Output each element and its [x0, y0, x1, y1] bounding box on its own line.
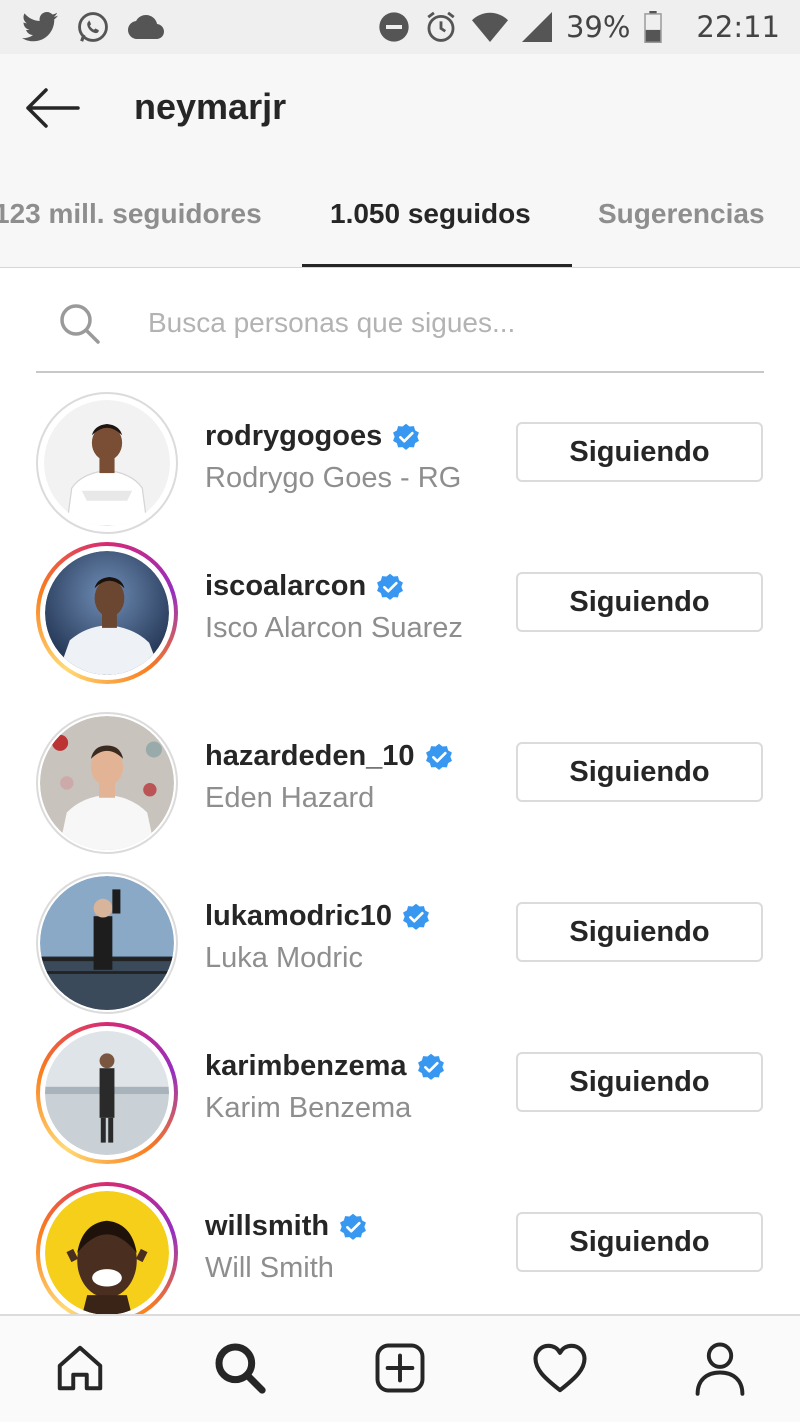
arrow-left-icon[interactable] [24, 86, 80, 130]
tab-bar: 123 mill. seguidores 1.050 seguidos Suge… [0, 166, 800, 268]
verified-badge-icon [425, 743, 452, 770]
username-text: hazardeden_10 [205, 740, 415, 772]
username-text: willsmith [205, 1210, 330, 1242]
full-name: Rodrygo Goes - RG [205, 462, 462, 494]
verified-badge-icon [393, 423, 420, 450]
dnd-icon [379, 12, 409, 42]
verified-badge-icon [377, 573, 404, 600]
search-input[interactable] [148, 300, 748, 346]
avatar[interactable] [36, 1182, 178, 1324]
avatar-photo [45, 1191, 169, 1315]
verified-badge-icon [417, 1053, 444, 1080]
full-name: Luka Modric [205, 942, 363, 974]
header: neymarjr [0, 54, 800, 166]
nav-new-post[interactable] [370, 1338, 430, 1398]
full-name: Eden Hazard [205, 782, 375, 814]
avatar[interactable] [36, 392, 178, 534]
cloud-icon [128, 15, 164, 39]
battery-icon [644, 11, 663, 43]
nav-search[interactable] [210, 1338, 270, 1398]
avatar-photo [44, 400, 170, 526]
profile-icon [695, 1342, 745, 1396]
tab-followers[interactable]: 123 mill. seguidores [0, 198, 262, 230]
nav-activity[interactable] [530, 1338, 590, 1398]
avatar-photo [45, 1031, 169, 1155]
username-link[interactable]: rodrygogoes [205, 420, 420, 453]
add-post-icon [375, 1343, 425, 1393]
username-link[interactable]: karimbenzema [205, 1050, 445, 1083]
bottom-nav [0, 1314, 800, 1422]
profile-username-title: neymarjr [134, 86, 287, 127]
avatar-photo [45, 551, 169, 675]
username-text: rodrygogoes [205, 420, 383, 452]
full-name: Isco Alarcon Suarez [205, 612, 463, 644]
following-button[interactable]: Siguiendo [516, 742, 763, 802]
list-item: lukamodric10 Luka Modric Siguiendo [0, 872, 800, 1032]
clock: 22:11 [696, 10, 780, 44]
full-name: Karim Benzema [205, 1092, 412, 1124]
verified-badge-icon [340, 1213, 367, 1240]
status-right-icons: 39% 22:11 [378, 10, 780, 44]
wifi-icon [471, 12, 508, 42]
avatar[interactable] [36, 872, 178, 1014]
avatar[interactable] [36, 712, 178, 854]
avatar[interactable] [36, 542, 178, 684]
nav-home[interactable] [50, 1338, 110, 1398]
list-item: hazardeden_10 Eden Hazard Siguiendo [0, 712, 800, 872]
list-item: iscoalarcon Isco Alarcon Suarez Siguiend… [0, 542, 800, 702]
nav-profile[interactable] [690, 1338, 750, 1398]
twitter-icon [22, 12, 58, 42]
list-item: rodrygogoes Rodrygo Goes - RG Siguiendo [0, 392, 800, 552]
username-text: lukamodric10 [205, 900, 392, 932]
following-button[interactable]: Siguiendo [516, 902, 763, 962]
battery-percent: 39% [565, 10, 631, 44]
username-link[interactable]: iscoalarcon [205, 570, 404, 603]
avatar-photo [40, 876, 174, 1010]
search-icon [60, 304, 100, 344]
status-left-icons [22, 10, 164, 44]
username-text: karimbenzema [205, 1050, 407, 1082]
active-tab-indicator [302, 264, 572, 267]
username-link[interactable]: hazardeden_10 [205, 740, 453, 773]
username-text: iscoalarcon [205, 570, 367, 602]
full-name: Will Smith [205, 1252, 334, 1284]
whatsapp-icon [78, 12, 108, 42]
following-button[interactable]: Siguiendo [516, 572, 763, 632]
tab-following[interactable]: 1.050 seguidos [330, 198, 531, 230]
signal-icon [521, 12, 552, 42]
search-divider [36, 371, 764, 373]
avatar-photo [40, 716, 174, 850]
status-bar: 39% 22:11 [0, 0, 800, 54]
list-item: karimbenzema Karim Benzema Siguiendo [0, 1022, 800, 1182]
tab-suggestions[interactable]: Sugerencias [598, 198, 765, 230]
home-icon [57, 1345, 103, 1391]
username-link[interactable]: lukamodric10 [205, 900, 430, 933]
username-link[interactable]: willsmith [205, 1210, 367, 1243]
verified-badge-icon [403, 903, 429, 930]
search-icon [215, 1343, 266, 1394]
heart-icon [533, 1343, 587, 1393]
following-button[interactable]: Siguiendo [516, 422, 763, 482]
alarm-icon [427, 11, 455, 42]
following-button[interactable]: Siguiendo [516, 1052, 763, 1112]
following-button[interactable]: Siguiendo [516, 1212, 763, 1272]
avatar[interactable] [36, 1022, 178, 1164]
